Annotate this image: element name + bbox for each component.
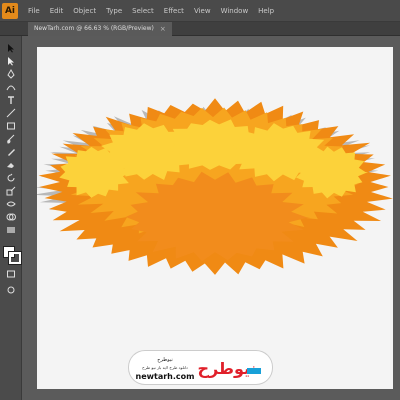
paintbrush-tool-icon[interactable] bbox=[5, 133, 17, 145]
watermark-banner: نیوطرح نیوطرح دانلود طرح لایه باز نیو طر… bbox=[129, 351, 272, 384]
menu-select[interactable]: Select bbox=[128, 7, 158, 15]
selection-tool-icon[interactable] bbox=[5, 42, 17, 54]
close-icon[interactable]: × bbox=[160, 22, 166, 36]
pen-tool-icon[interactable] bbox=[5, 68, 17, 80]
width-tool-icon[interactable] bbox=[5, 198, 17, 210]
menu-view[interactable]: View bbox=[190, 7, 215, 15]
menu-file[interactable]: File bbox=[24, 7, 44, 15]
menu-object[interactable]: Object bbox=[69, 7, 100, 15]
rotate-tool-icon[interactable] bbox=[5, 172, 17, 184]
watermark-site: newtarh.com bbox=[136, 372, 195, 381]
shape-builder-tool-icon[interactable] bbox=[5, 211, 17, 223]
document-tab-title: NewTarh.com @ 66.63 % (RGB/Preview) bbox=[34, 25, 154, 32]
curvature-tool-icon[interactable] bbox=[5, 81, 17, 93]
document-tab-bar: NewTarh.com @ 66.63 % (RGB/Preview) × bbox=[0, 22, 400, 36]
menu-bar: Ai File Edit Object Type Select Effect V… bbox=[0, 0, 400, 22]
fill-stroke-swatches[interactable] bbox=[3, 246, 21, 264]
direct-selection-tool-icon[interactable] bbox=[5, 55, 17, 67]
watermark-graphic: نیوطرح نیوطرح دانلود طرح لایه باز نیو طر… bbox=[136, 357, 263, 381]
tools-panel bbox=[0, 36, 22, 400]
document-tab[interactable]: NewTarh.com @ 66.63 % (RGB/Preview) × bbox=[28, 22, 172, 36]
screen-mode-icon[interactable] bbox=[5, 268, 17, 280]
menu-help[interactable]: Help bbox=[254, 7, 278, 15]
scale-tool-icon[interactable] bbox=[5, 185, 17, 197]
rectangle-tool-icon[interactable] bbox=[5, 120, 17, 132]
menu-window[interactable]: Window bbox=[217, 7, 253, 15]
gradient-tool-icon[interactable] bbox=[5, 224, 17, 236]
menu-effect[interactable]: Effect bbox=[160, 7, 188, 15]
eraser-tool-icon[interactable] bbox=[5, 159, 17, 171]
line-tool-icon[interactable] bbox=[5, 107, 17, 119]
pencil-tool-icon[interactable] bbox=[5, 146, 17, 158]
stroke-swatch[interactable] bbox=[9, 252, 21, 264]
type-tool-icon[interactable] bbox=[5, 94, 17, 106]
draw-mode-icon[interactable] bbox=[5, 284, 17, 296]
artboard[interactable] bbox=[37, 47, 393, 389]
menu-type[interactable]: Type bbox=[102, 7, 126, 15]
app-logo: Ai bbox=[2, 2, 18, 19]
menu-edit[interactable]: Edit bbox=[46, 7, 68, 15]
watermark-title: نیوطرح bbox=[157, 357, 172, 363]
fur-illustration bbox=[37, 98, 393, 275]
watermark-subtitle: دانلود طرح لایه باز نیو طرح bbox=[142, 365, 188, 370]
